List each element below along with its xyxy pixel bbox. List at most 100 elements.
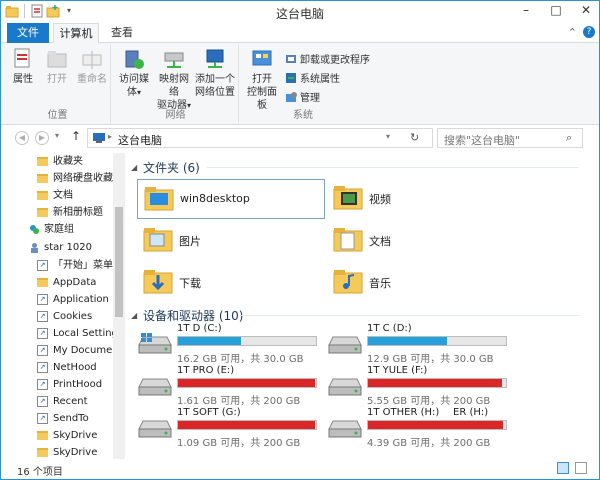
maximize-icon[interactable]: □ <box>547 3 565 17</box>
sidebar-item[interactable]: 网络硬盘收藏夹 <box>37 170 123 187</box>
sidebar-item[interactable]: ↗ NetHood <box>37 359 97 376</box>
close-icon[interactable]: ✕ <box>577 3 595 17</box>
breadcrumb-separator-icon: ▸ <box>108 132 113 141</box>
folders-section-title[interactable]: 文件夹 (6) <box>143 159 200 176</box>
search-input[interactable]: 搜索"这台电脑" ⌕ <box>437 128 583 148</box>
section-divider <box>239 315 579 316</box>
open-control-panel-button[interactable]: 打开 控制面板 <box>243 47 281 112</box>
section-divider <box>207 167 579 168</box>
add-network-location-button[interactable]: 添加一个 网络位置 <box>195 47 235 99</box>
drives-section-title[interactable]: 设备和驱动器 (10) <box>143 307 243 324</box>
sidebar-item[interactable]: SkyDrive <box>37 444 97 459</box>
help-icon[interactable]: ? <box>583 26 595 38</box>
shortcut-icon: ↗ <box>37 259 48 271</box>
sidebar-item[interactable]: ↗ Application D <box>37 291 120 308</box>
drive-usage-bar <box>367 336 507 346</box>
folder-item[interactable]: 图片 <box>137 221 325 261</box>
folder-item[interactable]: win8desktop <box>137 179 325 219</box>
back-button[interactable]: ◀ <box>15 131 29 145</box>
access-media-button[interactable]: 访问媒体▾ <box>115 47 153 99</box>
open-button[interactable]: 打开 <box>43 47 71 86</box>
forward-button[interactable]: ▶ <box>35 131 49 145</box>
sidebar-item[interactable]: ↗ Cookies <box>37 308 92 325</box>
search-icon[interactable]: ⌕ <box>566 131 572 145</box>
tab-file[interactable]: 文件 <box>7 23 49 43</box>
folder-icon <box>37 156 48 166</box>
breadcrumb[interactable]: 这台电脑 <box>118 132 162 148</box>
refresh-icon[interactable]: ↻ <box>410 131 419 144</box>
ribbon-group-network: 访问媒体▾ 映射网络 驱动器▾ 添加一个 网络位置 网络 <box>113 45 239 123</box>
pictures-folder-icon <box>143 225 173 253</box>
drive-item[interactable]: 1T D (C:) 16.2 GB 可用，共 30.0 GB <box>137 323 325 367</box>
ribbon-group-location: 属性 打开 重命名 位置 <box>5 45 111 123</box>
drive-item[interactable]: 1T YULE (F:) 5.55 GB 可用，共 200 GB <box>327 365 515 409</box>
drive-item[interactable]: 1T SOFT (G:) 1.09 GB 可用，共 200 GB <box>137 407 325 451</box>
sidebar-item[interactable]: 新相册标题 <box>37 204 103 221</box>
hard-drive-icon <box>327 375 363 399</box>
sidebar-item[interactable]: AppData <box>37 274 96 291</box>
folder-icon <box>37 277 48 287</box>
ribbon-group-label: 网络 <box>165 110 186 121</box>
shortcut-icon: ↗ <box>37 293 48 305</box>
system-properties-icon <box>285 72 297 84</box>
address-box[interactable]: ▸ 这台电脑 ▾ ↻ <box>87 128 433 148</box>
folder-item[interactable]: 音乐 <box>327 263 515 303</box>
drive-space-info: 4.39 GB 可用，共 200 GB <box>367 438 491 449</box>
control-panel-icon <box>250 47 274 71</box>
history-dropdown-icon[interactable]: ▾ <box>386 132 390 141</box>
rename-button[interactable]: 重命名 <box>75 47 109 86</box>
uninstall-program-button[interactable]: 卸载或更改程序 <box>285 51 370 66</box>
windows-drive-icon <box>137 333 173 357</box>
sidebar-item[interactable]: 文档 <box>37 187 73 204</box>
sidebar-item-user[interactable]: star 1020 <box>29 239 92 256</box>
sidebar-item[interactable]: ↗ PrintHood <box>37 376 102 393</box>
sidebar-item[interactable]: SkyDrive <box>37 427 97 444</box>
drive-space-info: 12.9 GB 可用，共 30.0 GB <box>367 354 494 365</box>
recent-locations-icon[interactable]: ▾ <box>55 131 59 140</box>
folder-item[interactable]: 文档 <box>327 221 515 261</box>
hard-drive-icon <box>137 375 173 399</box>
sidebar-item[interactable]: 收藏夹 <box>37 153 83 170</box>
drive-item[interactable]: 1T PRO (E:) 1.61 GB 可用，共 200 GB <box>137 365 325 409</box>
drive-name: 1T SOFT (G:) <box>177 407 241 418</box>
item-count: 16 个项目 <box>17 467 63 478</box>
tab-view[interactable]: 查看 <box>103 23 141 43</box>
properties-button[interactable]: 属性 <box>9 47 37 86</box>
drive-name-overlay: ER (H:) <box>453 407 489 418</box>
drive-item[interactable]: 1T C (D:) 12.9 GB 可用，共 30.0 GB <box>327 323 515 367</box>
uninstall-icon <box>285 53 297 65</box>
sidebar-item[interactable]: ↗ SendTo <box>37 410 89 427</box>
system-properties-button[interactable]: 系统属性 <box>285 70 340 85</box>
folder-item[interactable]: 下载 <box>137 263 325 303</box>
desktop-folder-icon <box>144 184 174 212</box>
sidebar-item-homegroup[interactable]: 家庭组 <box>29 221 74 238</box>
drive-space-info: 16.2 GB 可用，共 30.0 GB <box>177 354 304 365</box>
large-icons-view-icon[interactable] <box>575 462 587 474</box>
minimize-icon[interactable]: – <box>517 3 535 17</box>
sidebar-item[interactable]: ↗ Local Settings <box>37 325 123 342</box>
folder-icon <box>37 207 48 217</box>
collapse-folders-icon[interactable]: ◢ <box>131 163 137 172</box>
sidebar-item[interactable]: ↗ Recent <box>37 393 88 410</box>
shortcut-icon: ↗ <box>37 361 48 373</box>
content-scrollbar[interactable] <box>587 153 599 459</box>
details-view-icon[interactable] <box>557 462 569 474</box>
manage-button[interactable]: 管理 <box>285 89 320 104</box>
tab-computer[interactable]: 计算机 <box>53 23 99 44</box>
drive-item[interactable]: 1T OTHER (H:) ER (H:) 4.39 GB 可用，共 200 GB <box>327 407 515 451</box>
sidebar-item[interactable]: ↗ 「开始」菜单 <box>37 257 113 274</box>
shortcut-icon: ↗ <box>37 378 48 390</box>
collapse-ribbon-icon[interactable]: ⌃ <box>568 26 577 39</box>
hard-drive-icon <box>327 333 363 357</box>
collapse-drives-icon[interactable]: ◢ <box>131 311 137 320</box>
address-bar-row: ◀ ▶ ▾ ↑ ▸ 这台电脑 ▾ ↻ 搜索"这台电脑" ⌕ <box>1 125 599 151</box>
sidebar-scroll-thumb[interactable] <box>115 207 123 317</box>
up-button[interactable]: ↑ <box>71 129 81 143</box>
folder-icon <box>37 430 48 440</box>
sidebar-item[interactable]: ↗ My Document <box>37 342 123 359</box>
properties-icon <box>11 47 35 71</box>
drive-usage-bar <box>177 336 317 346</box>
folder-item[interactable]: 视频 <box>327 179 515 219</box>
map-network-drive-button[interactable]: 映射网络 驱动器▾ <box>155 47 193 112</box>
ribbon: 属性 打开 重命名 位置 访问媒体▾ 映射网络 驱动器▾ 添加一个 网络位置 网… <box>1 43 599 125</box>
